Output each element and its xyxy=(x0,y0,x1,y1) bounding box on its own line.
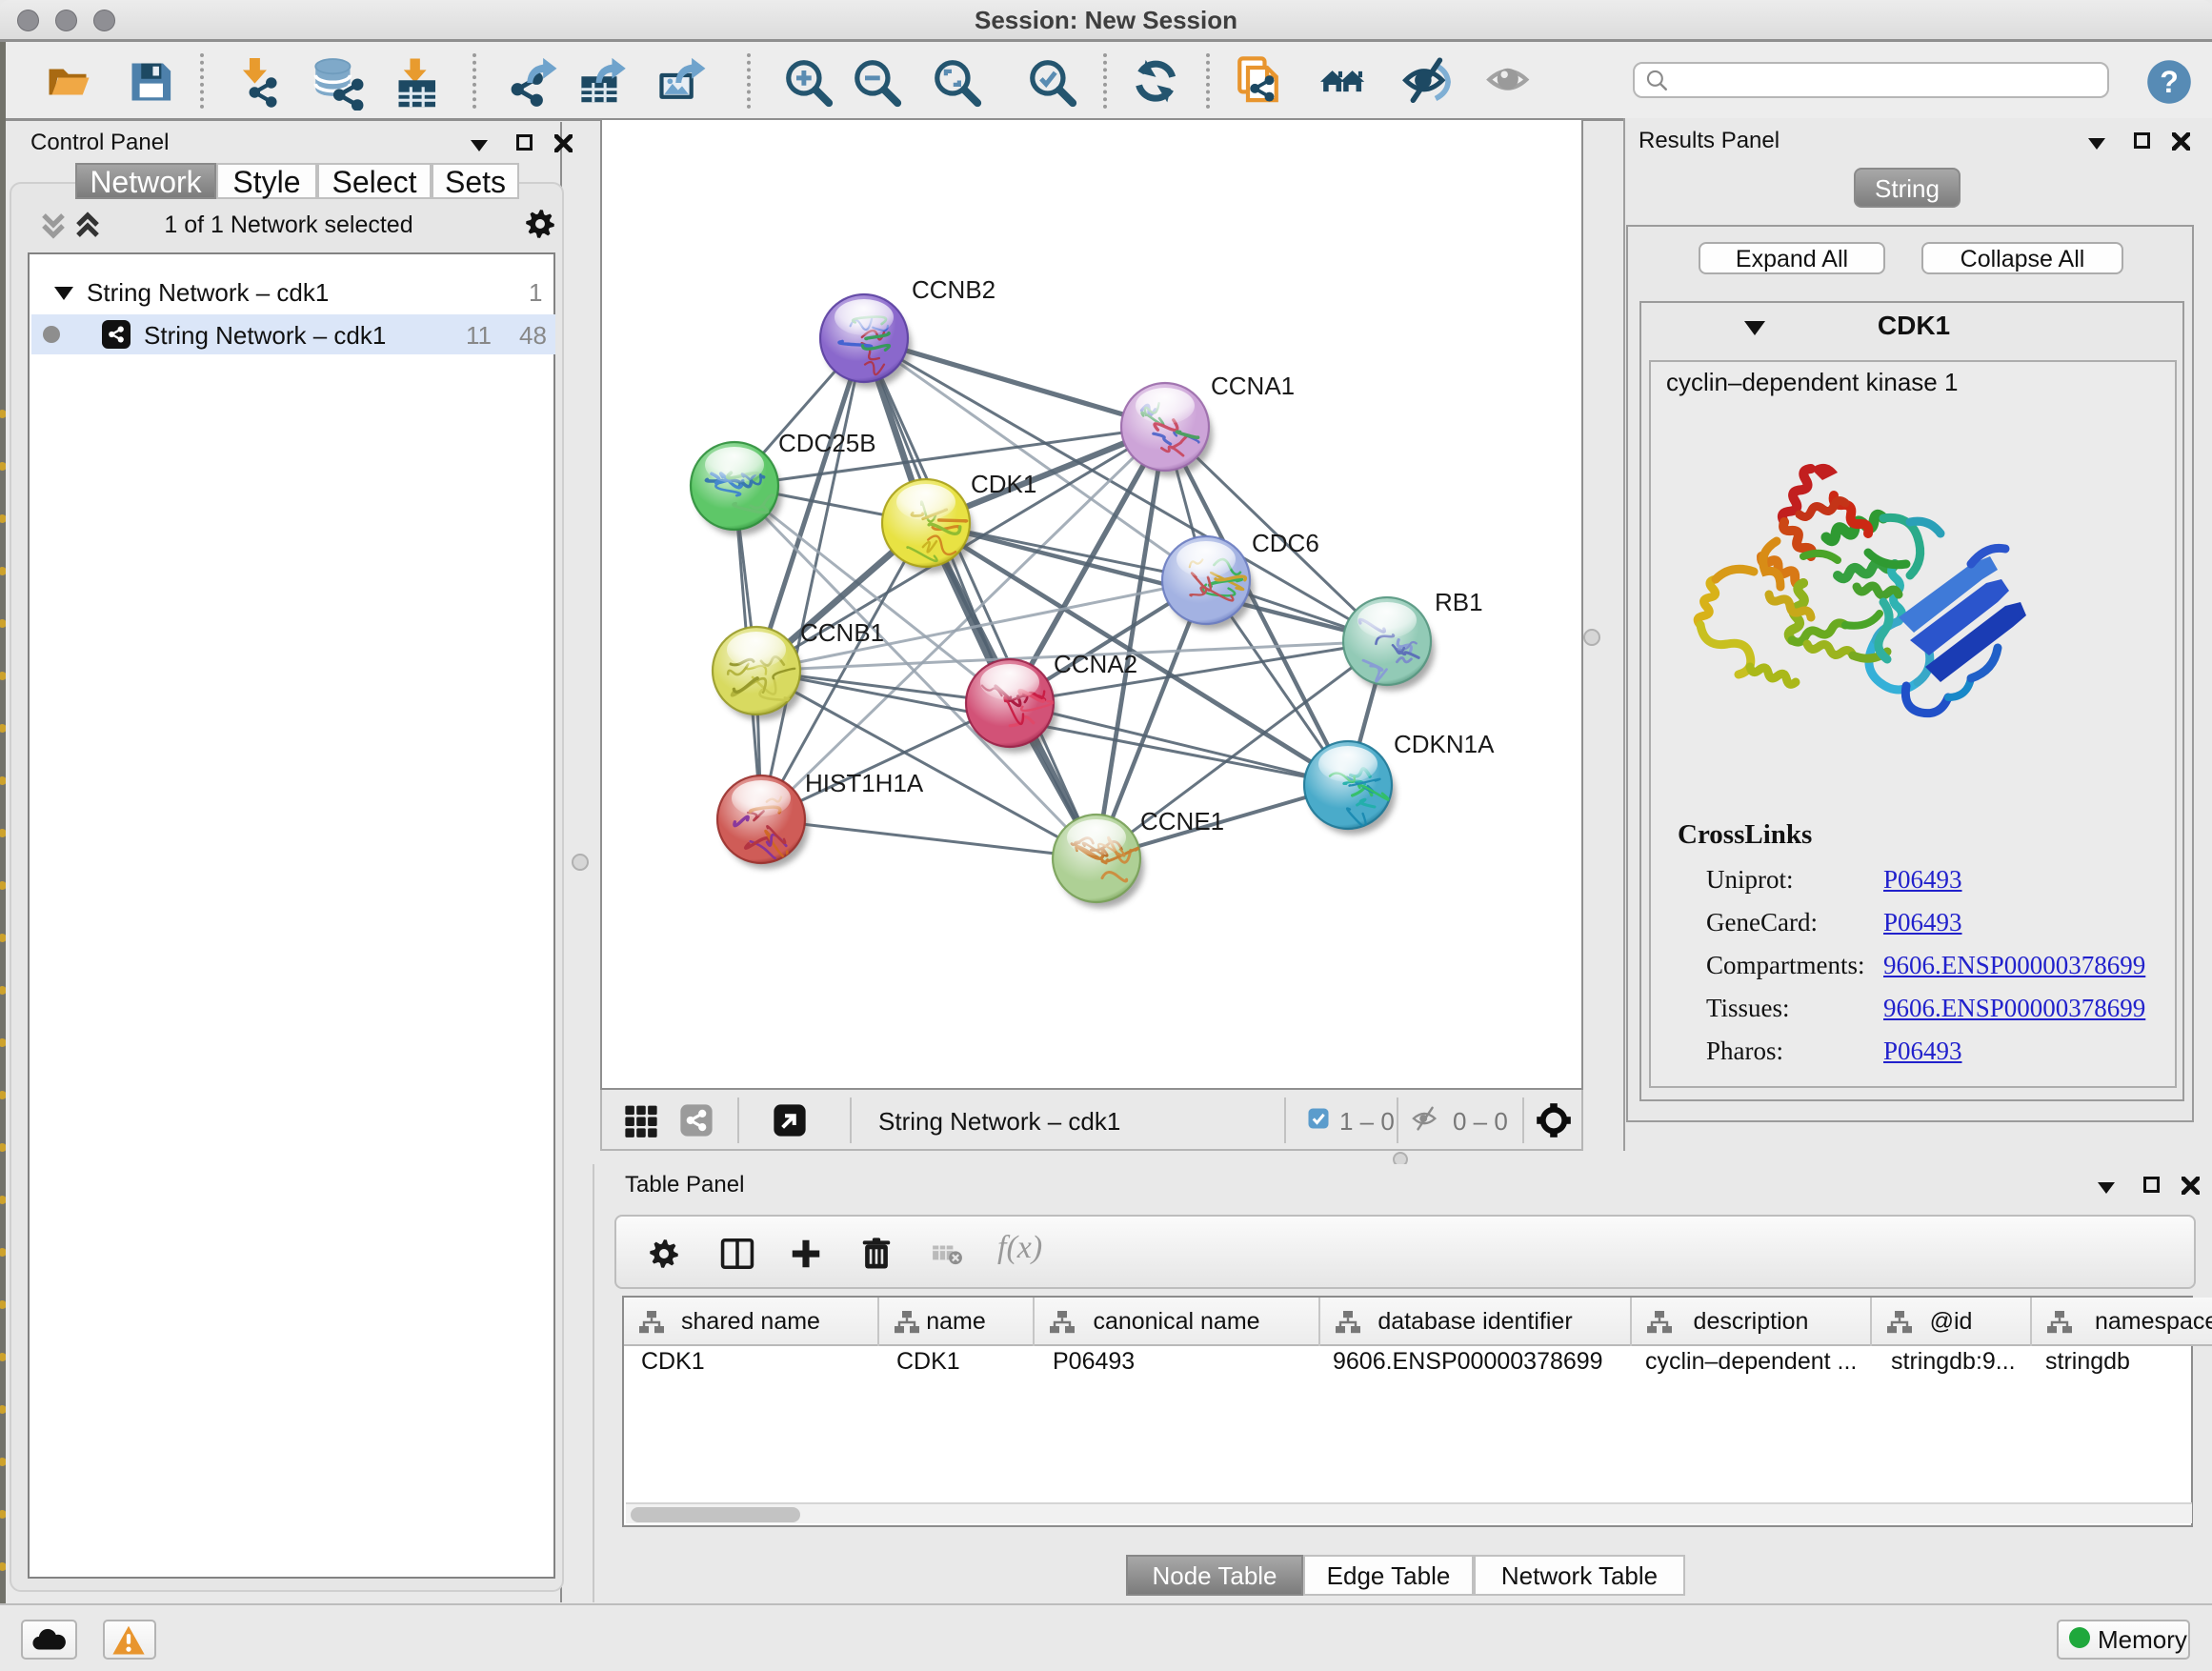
svg-text:CDC25B: CDC25B xyxy=(778,429,876,457)
svg-text:CDKN1A: CDKN1A xyxy=(1394,730,1495,758)
svg-text:CDK1: CDK1 xyxy=(971,470,1036,498)
svg-text:CCNE1: CCNE1 xyxy=(1140,807,1224,836)
svg-text:CDC6: CDC6 xyxy=(1252,529,1319,557)
svg-text:CCNB1: CCNB1 xyxy=(800,618,884,647)
svg-text:CCNA1: CCNA1 xyxy=(1211,372,1295,400)
svg-text:CCNA2: CCNA2 xyxy=(1054,650,1137,678)
svg-text:?: ? xyxy=(2160,65,2179,99)
svg-text:HIST1H1A: HIST1H1A xyxy=(805,769,924,797)
svg-text:CCNB2: CCNB2 xyxy=(912,275,995,304)
svg-text:RB1: RB1 xyxy=(1435,588,1483,616)
